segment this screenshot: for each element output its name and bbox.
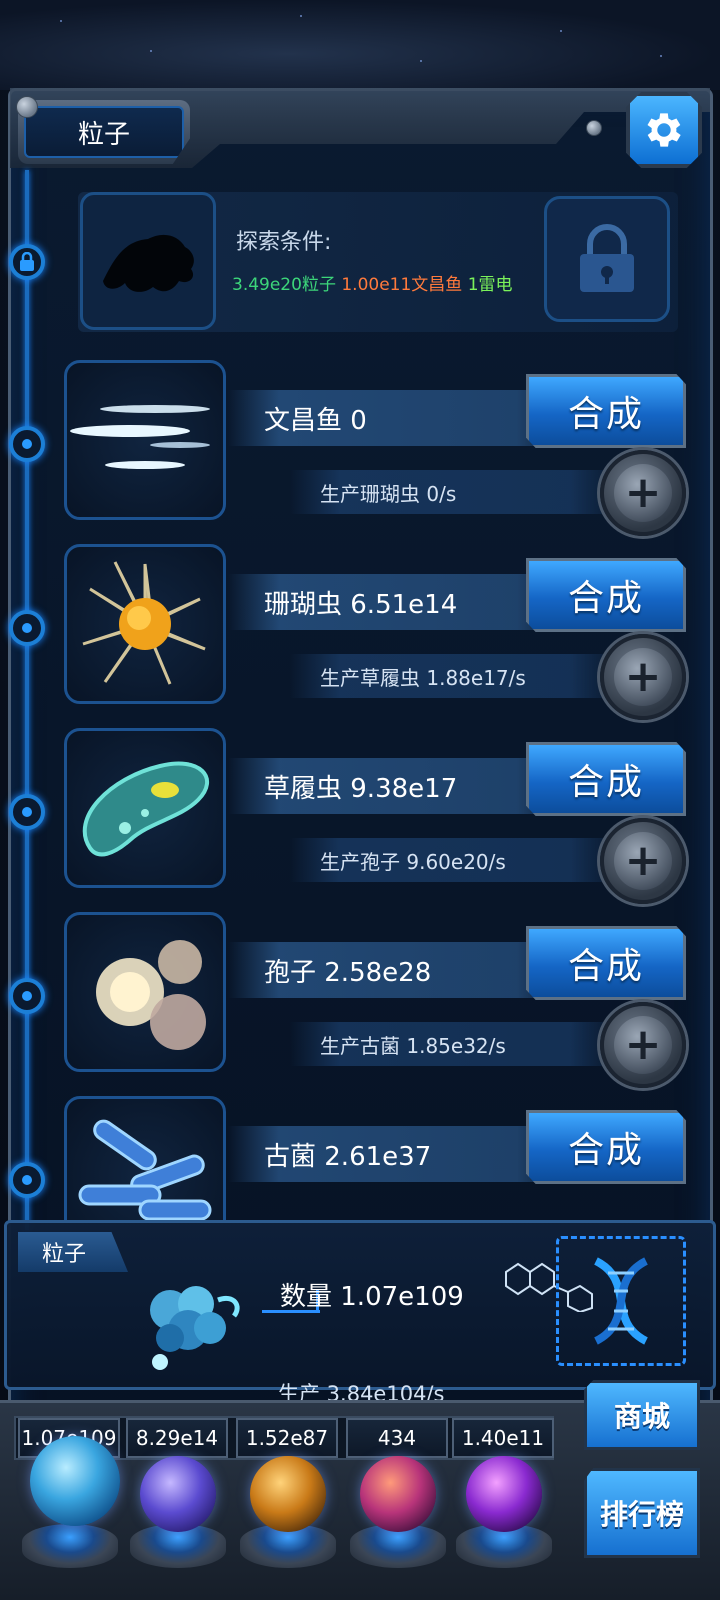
synthesize-button[interactable]: 合成 [526,742,686,816]
creature-name: 珊瑚虫 6.51e14 [228,574,568,630]
gear-icon [647,113,681,147]
progress-chain [25,170,29,1230]
thunder-orb-button[interactable] [140,1456,216,1532]
chain-node [9,1162,45,1198]
creature-name: 古菌 2.61e37 [228,1126,568,1182]
screw-icon [586,120,602,136]
lancelet-icon [70,405,210,469]
chain-node [9,610,45,646]
synthesize-button[interactable]: 合成 [526,1110,686,1184]
info-tab: 粒子 [18,1232,128,1272]
screw-icon [16,96,38,118]
chain-node [9,426,45,462]
page-title: 粒子 [24,106,184,158]
vortex-orb-button[interactable] [466,1456,542,1532]
condition-thunder: 1雷电 [467,275,513,295]
creature-row-lancelet: 文昌鱼 0 生产珊瑚虫 0/s 合成 + [60,360,700,536]
plus-icon: + [614,648,672,706]
paramecium-icon [82,761,210,857]
plus-icon: + [614,832,672,890]
coral-polyp-icon [82,561,206,685]
particle-cluster-icon [150,1286,240,1370]
shop-button[interactable]: 商城 [584,1380,700,1450]
creature-production: 生产草履虫 1.88e17/s [290,654,620,698]
chain-node [9,978,45,1014]
creature-production: 生产孢子 9.60e20/s [290,838,620,882]
particle-quantity: 数量 1.07e109 [280,1282,464,1312]
explore-conditions: 3.49e20粒子 1.00e11文昌鱼 1雷电 [232,270,513,295]
plus-icon: + [614,1016,672,1074]
dna-frame [556,1236,686,1366]
creature-row-paramecium: 草履虫 9.38e17 生产孢子 9.60e20/s 合成 + [60,728,700,904]
explore-label: 探索条件: [236,230,332,255]
plus-icon: + [614,464,672,522]
spore-image [64,912,226,1072]
pedestal [22,1524,118,1568]
spore-icon [96,940,206,1050]
creature-row-archaea: 古菌 2.61e37 合成 [60,1096,700,1220]
space-background [0,0,720,90]
ranking-button[interactable]: 排行榜 [584,1468,700,1558]
synthesize-button[interactable]: 合成 [526,558,686,632]
creature-production: 生产古菌 1.85e32/s [290,1022,620,1066]
creature-row-coral: 珊瑚虫 6.51e14 生产草履虫 1.88e17/s 合成 + [60,544,700,720]
particle-orb-button[interactable] [30,1436,120,1526]
synthesize-button[interactable]: 合成 [526,926,686,1000]
upgrade-button[interactable]: + [600,450,686,536]
energy-orb-button[interactable] [250,1456,326,1532]
creature-name: 孢子 2.58e28 [228,942,568,998]
upgrade-button[interactable]: + [600,1002,686,1088]
particle-cluster-image [130,1270,250,1380]
creature-name: 草履虫 9.38e17 [228,758,568,814]
resource-value-brain: 434 [346,1418,448,1458]
lock-icon [20,252,34,271]
archaea-image [64,1096,226,1220]
dna-icon [593,1257,649,1345]
upgrade-button[interactable]: + [600,818,686,904]
condition-lancelet: 1.00e11文昌鱼 [341,275,463,295]
lock-icon [580,224,634,292]
condition-particles: 3.49e20粒子 [232,275,336,295]
creature-production: 生产珊瑚虫 0/s [290,470,620,514]
creature-silhouette-icon [103,234,194,292]
archaea-icon [78,1119,212,1220]
creature-row-spore: 孢子 2.58e28 生产古菌 1.85e32/s 合成 + [60,912,700,1088]
upgrade-button[interactable]: + [600,634,686,720]
coral-polyp-image [64,544,226,704]
lancelet-image [64,360,226,520]
resource-value-energy: 1.52e87 [236,1418,338,1458]
resource-value-thunder: 8.29e14 [126,1418,228,1458]
resource-value-vortex: 1.40e11 [452,1418,554,1458]
title-plate: 粒子 [18,100,190,164]
locked-creature-silhouette [80,192,216,330]
creature-name: 文昌鱼 0 [228,390,568,446]
paramecium-image [64,728,226,888]
synthesize-button[interactable]: 合成 [526,374,686,448]
chain-node-locked [9,244,45,280]
settings-button[interactable] [626,92,702,168]
brain-orb-button[interactable] [360,1456,436,1532]
explore-lock-button[interactable] [544,196,670,322]
chain-node [9,794,45,830]
